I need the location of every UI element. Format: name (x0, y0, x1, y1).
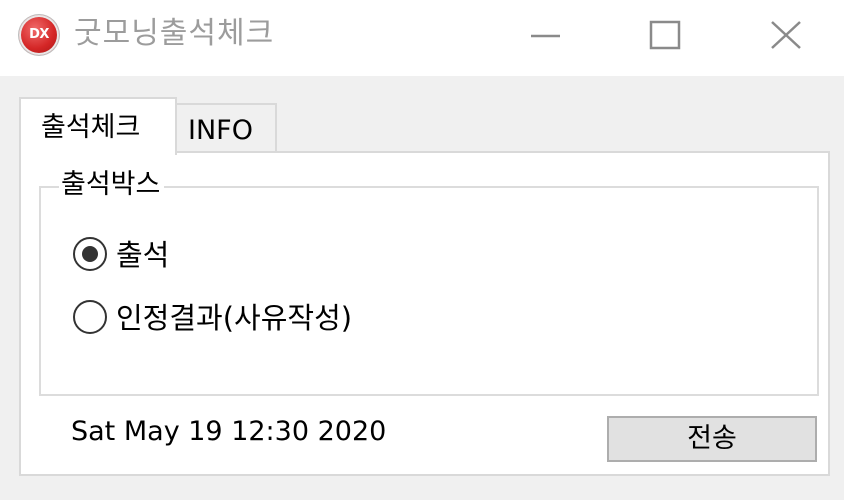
close-button[interactable] (724, 0, 844, 76)
maximize-icon (649, 20, 681, 50)
close-icon (771, 21, 801, 49)
window-title: 굿모닝출석체크 (74, 16, 275, 51)
attendance-groupbox: 출석박스 출석 인정결과(사유작성) (39, 168, 819, 396)
title-bar[interactable]: DX 굿모닝출석체크 (0, 0, 844, 76)
radio-button-checked[interactable] (73, 237, 107, 271)
radio-button-unchecked[interactable] (73, 300, 107, 334)
tab-info[interactable]: INFO (175, 103, 277, 153)
app-window: DX 굿모닝출석체크 출석체크 INFO 출석박스 출석 인정결과(사유작성) … (0, 0, 844, 500)
app-logo-icon: DX (19, 15, 59, 55)
radio-label-attendance[interactable]: 출석 (116, 235, 169, 275)
attendance-tab-panel: 출석박스 출석 인정결과(사유작성) Sat May 19 12:30 2020… (19, 151, 830, 476)
radio-selected-dot (82, 246, 98, 262)
groupbox-label: 출석박스 (59, 168, 165, 202)
minimize-icon (531, 34, 560, 38)
tab-attendance-check[interactable]: 출석체크 (19, 97, 177, 155)
maximize-button[interactable] (604, 0, 726, 76)
radio-label-recognized-result[interactable]: 인정결과(사유작성) (116, 298, 352, 338)
minimize-button[interactable] (484, 0, 606, 76)
app-logo-text: DX (29, 27, 49, 42)
datetime-label: Sat May 19 12:30 2020 (71, 416, 387, 447)
send-button[interactable]: 전송 (607, 416, 817, 462)
